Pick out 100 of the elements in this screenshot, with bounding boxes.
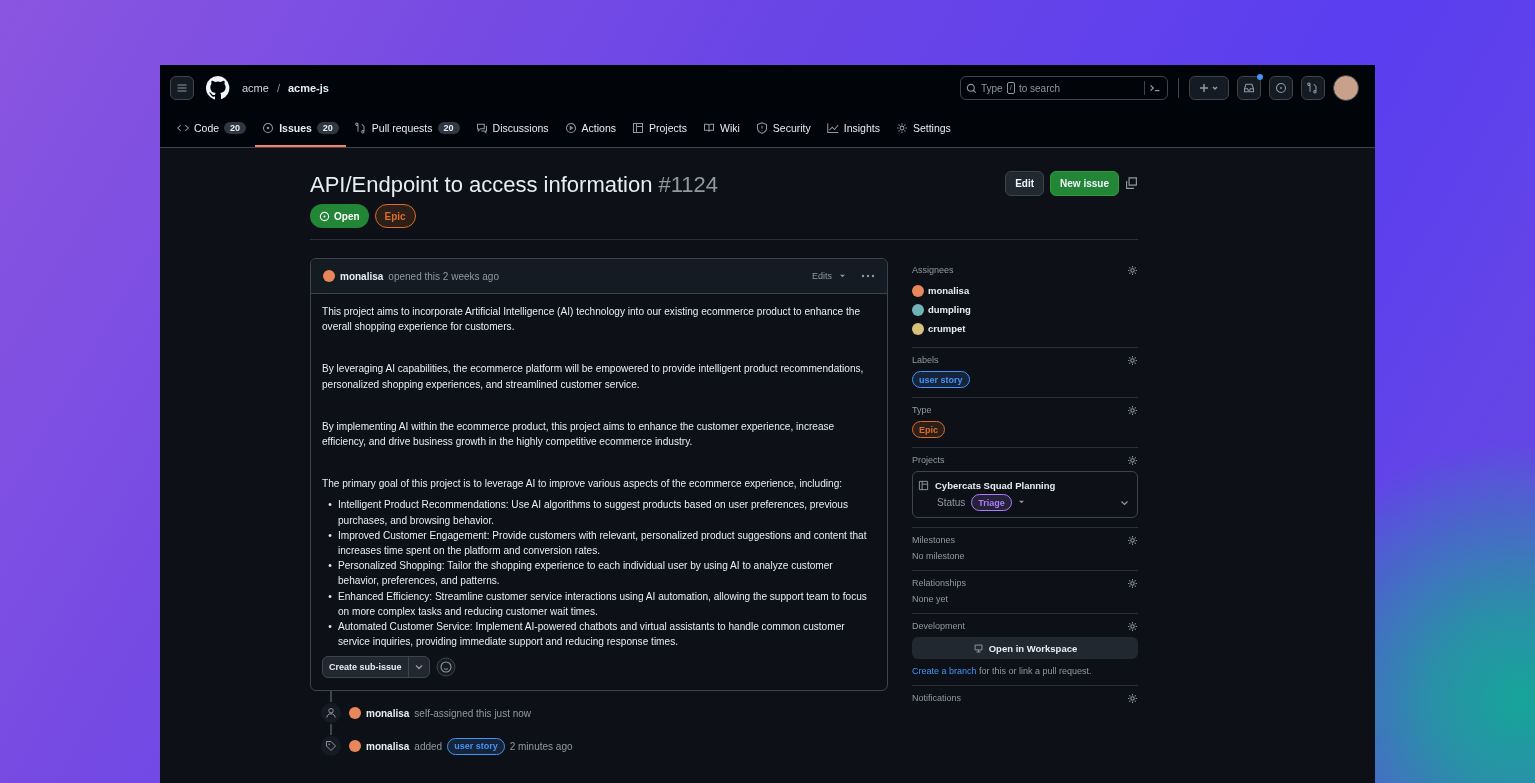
issue-title: API/Endpoint to access information #1124 [310, 171, 719, 199]
settings-icon[interactable] [1127, 454, 1138, 466]
comment-meta: opened this 2 weeks ago [388, 270, 499, 282]
menu-button[interactable] [170, 76, 194, 100]
settings-icon[interactable] [1127, 534, 1138, 546]
assignee-name[interactable]: monalisa [928, 285, 970, 296]
bullet: • [327, 589, 333, 604]
issue-icon [262, 122, 275, 134]
sidebar-heading: Development [912, 621, 966, 631]
comment-author[interactable]: monalisa [340, 270, 384, 282]
comment-paragraph: This project aims to incorporate Artificial Intelligence (AI) technology into our existing ecommerce product to enhance the overall shopping experience for customers. [322, 305, 862, 335]
sidebar-heading: Labels [912, 355, 939, 365]
list-item: Enhanced Efficiency: Streamline customer service interactions using AI automation, allowing the support team to focus on more complex tasks and reducing customer wait times. [338, 589, 868, 619]
comment-paragraph: The primary goal of this project is to leverage AI to improve various aspects of the ecommerce experience, including: [322, 477, 844, 492]
issue-label[interactable]: user story [912, 371, 970, 388]
avatar [912, 322, 924, 335]
repo-tab[interactable]: Security [748, 111, 818, 147]
create-sub-issue-button[interactable]: Create sub-issue [322, 656, 430, 679]
avatar [912, 303, 924, 316]
sidebar-value: No milestone [912, 551, 966, 561]
create-branch-link[interactable]: Create a branch [912, 666, 977, 676]
sidebar-heading: Notifications [912, 693, 962, 703]
tag-icon [325, 740, 337, 753]
new-issue-button[interactable]: New issue [1050, 171, 1119, 196]
avatar [912, 284, 924, 297]
issue-state-badge: Open [310, 204, 369, 228]
smiley-icon[interactable] [435, 657, 456, 678]
sidebar-heading: Assignees [912, 265, 954, 275]
settings-icon[interactable] [1127, 264, 1138, 276]
table-icon [632, 122, 645, 134]
sidebar-heading: Relationships [912, 578, 967, 588]
pull-requests-button[interactable] [1301, 76, 1325, 100]
inbox-button[interactable] [1237, 76, 1261, 100]
list-item: Intelligent Product Recommendations: Use AI algorithms to suggest products based on user preferences, previous purchases, and browsing behavior. [338, 498, 849, 528]
repo-link[interactable]: acme-js [287, 82, 329, 94]
graph-icon [826, 122, 839, 134]
issue-type-label[interactable]: Epic [912, 421, 945, 438]
comment-paragraph: By implementing AI within the ecommerce product, this project aims to enhance the customer experience, increase efficiency, and drive business growth in the highly competitive ecommerce industry. [322, 419, 836, 449]
repo-tab[interactable]: Projects [625, 111, 694, 147]
pull-request-icon [354, 122, 367, 134]
play-icon [564, 122, 577, 134]
settings-icon[interactable] [1127, 577, 1138, 589]
settings-icon [895, 122, 908, 134]
code-icon [177, 122, 189, 134]
cat-logo-icon[interactable] [206, 76, 230, 100]
repo-tab[interactable]: Discussions [468, 111, 556, 147]
repo-tab[interactable]: Insights [819, 111, 887, 147]
sidebar-heading: Projects [912, 455, 945, 465]
assignee-name[interactable]: dumpling [928, 304, 971, 315]
repo-tab[interactable]: Settings [888, 111, 958, 147]
command-palette-icon[interactable] [1144, 81, 1162, 95]
copy-icon[interactable] [1125, 177, 1138, 190]
comment-paragraph: By leveraging AI capabilities, the ecommerce platform will be empowered to provide intelligent product recommendations, personalized shopping experiences, and streamlined customer service. [322, 362, 865, 392]
settings-icon[interactable] [1127, 692, 1138, 704]
edits-dropdown[interactable]: Edits [812, 271, 832, 281]
issues-button[interactable] [1269, 76, 1293, 100]
assignee-name[interactable]: crumpet [928, 323, 966, 334]
avatar[interactable] [1333, 75, 1359, 101]
settings-icon[interactable] [1127, 354, 1138, 366]
search-icon [966, 82, 977, 94]
repo-tab[interactable]: Actions [557, 111, 624, 147]
bullet: • [327, 528, 333, 543]
settings-icon[interactable] [1127, 620, 1138, 632]
chevron-down-icon[interactable] [1120, 499, 1129, 506]
search-placeholder: to search [1018, 82, 1061, 94]
sidebar-heading: Milestones [912, 535, 956, 545]
sidebar-value: None yet [912, 594, 950, 604]
avatar [349, 740, 361, 753]
event-time: 2 minutes ago [509, 740, 573, 752]
repo-tab[interactable]: Issues 20 [255, 111, 346, 147]
avatar [349, 707, 361, 720]
list-item: Improved Customer Engagement: Provide customers with relevant, personalized product suggestions and content that increases time spent on the platform and conversion rates. [338, 528, 868, 559]
caret-icon[interactable] [839, 273, 846, 279]
open-workspace-button[interactable]: Open in Workspace [912, 637, 1138, 659]
edit-button[interactable]: Edit [1005, 171, 1045, 196]
path-separator: / [276, 82, 280, 94]
plus-caret-icon [1199, 83, 1219, 93]
search-field[interactable]: Type / to search [960, 76, 1168, 100]
repo-tab[interactable]: Pull requests 20 [347, 111, 467, 147]
settings-icon[interactable] [1127, 404, 1138, 416]
issue-icon [1275, 82, 1287, 94]
repo-tab[interactable]: Wiki [695, 111, 747, 147]
more-options-icon[interactable] [861, 273, 875, 279]
create-button[interactable] [1189, 76, 1229, 100]
event-actor[interactable]: monalisa [366, 740, 410, 752]
issue-label[interactable]: user story [447, 737, 505, 755]
caret-icon[interactable] [1017, 500, 1025, 505]
inbox-icon [1243, 82, 1255, 94]
repo-tab[interactable]: Code 20 [170, 111, 254, 147]
status-label: Status [937, 497, 966, 508]
event-actor[interactable]: monalisa [366, 707, 410, 719]
owner-link[interactable]: acme [242, 82, 269, 94]
book-icon [702, 122, 715, 134]
shield-icon [755, 122, 768, 134]
caret-icon [414, 664, 423, 671]
project-name[interactable]: Cybercats Squad Planning [935, 480, 1056, 491]
issue-type-label: Epic [374, 204, 416, 228]
table-icon [918, 480, 929, 491]
list-item: Automated Customer Service: Implement AI-powered chatbots and virtual assistants to handle common customer service inquiries, providing immediate support and reducing response times. [338, 620, 846, 650]
status-dropdown[interactable]: Triage [971, 494, 1012, 511]
